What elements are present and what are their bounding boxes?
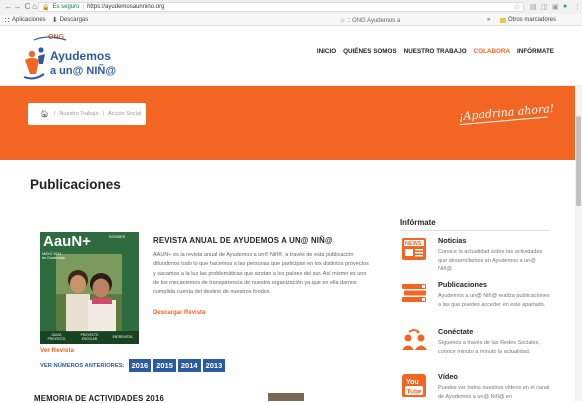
menu-dots-icon[interactable]: ⋮ — [574, 3, 581, 11]
breadcrumb-item[interactable]: Nuestro Trabajo — [59, 111, 98, 117]
revista-title: REVISTA ANUAL DE AYUDEMOS A UN@ NIÑ@ — [153, 236, 333, 245]
previous-issues-label: VER NÚMEROS ANTERIORES: — [40, 362, 125, 369]
cover-footer-item: PROYECTO ESCOLAR — [80, 332, 99, 341]
bookmark-apps[interactable]: Aplicaciones — [4, 16, 46, 23]
menu-inicio[interactable]: INICIO — [317, 48, 336, 55]
secure-label: Es seguro — [52, 4, 80, 10]
youtube-icon: You Tube — [402, 374, 426, 397]
sidebar-item-title: Conéctate — [438, 327, 474, 336]
menu-colabora[interactable]: COLABORA — [474, 48, 510, 55]
year-button-2014[interactable]: 2014 — [177, 359, 201, 372]
orange-banner: 🏠︎ / Nuestro Trabajo / Acción Social ¡Ap… — [0, 86, 582, 160]
sidebar-item-title: Publicaciones — [438, 280, 488, 289]
revista-description: AAUN+ es la revista anual de Ayudemos a … — [153, 252, 369, 296]
cover-photo — [56, 254, 122, 332]
bookmark-overflow[interactable]: » — [487, 14, 490, 26]
cover-caption: MAYO 2014 · en Guatemala — [42, 252, 65, 261]
year-button-2015[interactable]: 2015 — [153, 359, 176, 372]
apadrina-link[interactable]: ¡Apadrina ahora! — [458, 102, 554, 125]
sidebar-divider — [400, 230, 550, 231]
cover-masthead: AauN+ — [43, 233, 91, 250]
scrollbar[interactable] — [575, 86, 582, 401]
logo-text-1: Ayudemos — [50, 49, 111, 63]
bookmark-downloads[interactable]: ⬇ Descargas — [52, 16, 89, 24]
download-icon: ⬇ — [51, 16, 58, 24]
people-share-icon — [402, 329, 427, 350]
books-icon — [402, 284, 426, 302]
bookmark-label: Descargas — [59, 16, 89, 23]
menu-informate[interactable]: INFÓRMATE — [517, 48, 554, 55]
breadcrumb: 🏠︎ / Nuestro Trabajo / Acción Social — [28, 103, 146, 125]
bookmark-ong[interactable]: ☆ :: ONG Ayudemos a — [340, 14, 400, 26]
extension-icon[interactable]: ▣ — [552, 3, 559, 11]
browser-toolbar: ← → C ⌂ 🔒 Es seguro | https://ayudemosau… — [0, 0, 582, 14]
extension-icon[interactable]: ● — [563, 3, 567, 10]
folder-icon — [500, 17, 506, 23]
cover-footer: GUIAS PROYECTO PROYECTO ESCOLAR ENTREVIS… — [40, 331, 139, 344]
cover-footer-item: ENTREVISTA — [112, 334, 133, 339]
breadcrumb-item: Acción Social — [108, 111, 142, 117]
cover-dossier: DOSSIER — [109, 235, 126, 239]
menu-nuestro-trabajo[interactable]: NUESTRO TRABAJO — [404, 48, 467, 55]
sidebar-title: Infórmate — [400, 218, 436, 227]
svg-text:Tube: Tube — [407, 389, 422, 396]
news-icon: NEWS — [402, 238, 426, 260]
site-header: ONG Ayudemos a un@ NIÑ@ INICIO QUIÉNES S… — [0, 26, 582, 86]
back-icon[interactable]: ← — [4, 2, 13, 11]
address-bar[interactable]: 🔒 Es seguro | https://ayudemosaunnino.or… — [38, 2, 524, 12]
bookmark-other[interactable]: Otros marcadores — [500, 14, 556, 26]
apps-grid-icon — [4, 16, 10, 23]
sidebar-item-text: Ayudemos a un@ Niñ@ realiza publicacione… — [438, 293, 550, 308]
logo[interactable]: ONG Ayudemos a un@ NIÑ@ — [20, 30, 126, 84]
sidebar-item-text: Síguenos a través de las Redes Sociales,… — [438, 340, 540, 355]
year-button-2016[interactable]: 2016 — [128, 359, 152, 372]
bookmarks-bar: Aplicaciones ⬇ Descargas ☆ :: ONG Ayudem… — [0, 14, 582, 26]
cover-footer-item: GUIAS PROYECTO — [47, 332, 66, 341]
breadcrumb-separator: / — [53, 111, 56, 117]
home-icon[interactable]: 🏠︎ — [40, 110, 49, 118]
bookmark-label: Otros marcadores — [508, 17, 557, 23]
url-separator: | — [82, 4, 85, 10]
bookmark-label: ☆ :: ONG Ayudemos a — [340, 17, 401, 24]
sidebar-item-text: Puedes ver todos nuestros vídeos en el c… — [438, 385, 550, 400]
menu-quienes-somos[interactable]: QUIÉNES SOMOS — [343, 48, 397, 55]
breadcrumb-separator: / — [102, 111, 105, 117]
memoria-cover[interactable] — [268, 393, 304, 401]
forward-icon[interactable]: → — [13, 2, 22, 11]
extension-icon[interactable]: ▤ — [530, 3, 537, 11]
bookmark-star-icon[interactable]: ☆ — [514, 3, 520, 11]
ver-revista-link[interactable]: Ver Revista — [40, 347, 74, 354]
year-button-2013[interactable]: 2013 — [202, 359, 226, 372]
logo-text-2: a un@ NIÑ@ — [50, 64, 116, 77]
sidebar-item-title: Vídeo — [438, 372, 458, 381]
lock-icon: 🔒 — [42, 4, 50, 11]
page-title: Publicaciones — [30, 177, 121, 192]
url-text[interactable]: https://ayudemosaunnino.org — [87, 4, 164, 10]
main-menu: INICIO QUIÉNES SOMOS NUESTRO TRABAJO COL… — [317, 48, 554, 55]
descargar-revista-link[interactable]: Descargar Revista — [153, 310, 205, 316]
sidebar-item-text: Conoce la actualidad sobre las actividad… — [438, 249, 543, 273]
memoria-title: MEMORIA DE ACTIVIDADES 2016 — [34, 394, 165, 403]
previous-issues: VER NÚMEROS ANTERIORES: 2016 2015 2014 2… — [40, 359, 226, 372]
scrollbar-thumb[interactable] — [576, 116, 581, 206]
svg-text:NEWS: NEWS — [405, 241, 422, 247]
svg-text:You: You — [406, 379, 419, 386]
bookmark-overflow-icon: » — [487, 17, 491, 23]
sidebar-item-title: Noticias — [438, 236, 467, 245]
bookmark-label: Aplicaciones — [12, 16, 46, 23]
magazine-cover[interactable]: AauN+ DOSSIER MAYO 2014 · en Guatemala G… — [40, 232, 139, 344]
extension-icon[interactable]: ◫ — [541, 3, 548, 11]
